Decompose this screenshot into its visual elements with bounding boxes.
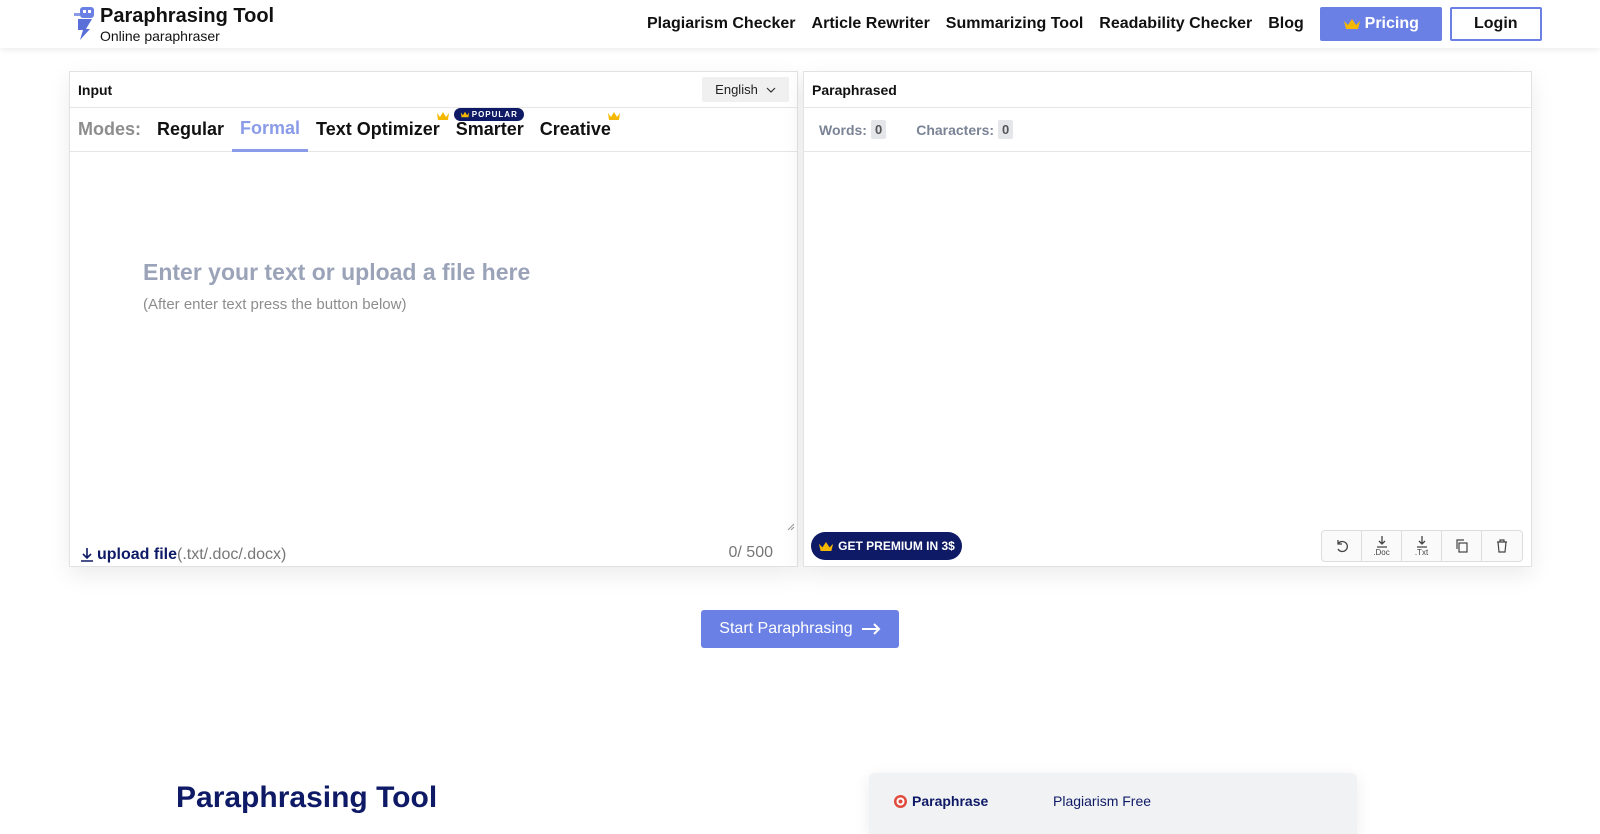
crown-icon — [460, 111, 469, 117]
undo-button[interactable] — [1322, 531, 1362, 561]
characters-value: 0 — [998, 120, 1014, 139]
nav-summarizing-tool[interactable]: Summarizing Tool — [946, 15, 1083, 33]
delete-button[interactable] — [1482, 531, 1522, 561]
arrow-right-icon — [861, 623, 881, 635]
mode-text-optimizer-label: Text Optimizer — [316, 119, 440, 139]
output-panel-header: Paraphrased — [804, 72, 1531, 108]
placeholder-main: Enter your text or upload a file here — [143, 259, 531, 285]
copy-icon — [1455, 539, 1468, 553]
mode-smarter[interactable]: Smarter POPULAR — [448, 107, 532, 152]
crown-icon — [607, 111, 620, 120]
input-panel: Input English Modes: Regular Formal Text… — [69, 71, 798, 567]
tab-paraphrase-label: Paraphrase — [912, 793, 989, 809]
mode-regular[interactable]: Regular — [149, 108, 232, 152]
txt-label: .Txt — [1414, 548, 1429, 557]
mode-creative-label: Creative — [539, 119, 611, 139]
nav-readability-checker[interactable]: Readability Checker — [1099, 15, 1252, 33]
output-panel: Paraphrased Words: 0 Characters: 0 GET P… — [803, 71, 1532, 567]
pricing-label: Pricing — [1364, 15, 1419, 32]
output-toolbar: .Doc .Txt — [1321, 530, 1523, 562]
mode-text-optimizer[interactable]: Text Optimizer — [308, 108, 449, 152]
text-input-area[interactable]: Enter your text or upload a file here (A… — [70, 153, 797, 533]
nav-plagiarism-checker[interactable]: Plagiarism Checker — [647, 15, 796, 33]
start-paraphrasing-button[interactable]: Start Paraphrasing — [701, 610, 899, 648]
crown-icon — [1343, 19, 1360, 29]
download-icon — [1376, 536, 1387, 548]
section-title: Paraphrasing Tool — [176, 781, 438, 814]
main-nav: Plagiarism Checker Article Rewriter Summ… — [647, 7, 1542, 41]
words-label: Words: — [819, 121, 867, 138]
output-panel-title: Paraphrased — [812, 81, 897, 98]
popular-badge: POPULAR — [453, 107, 524, 121]
site-header: Paraphrasing Tool Online paraphraser Pla… — [0, 0, 1600, 48]
download-icon — [81, 548, 93, 562]
input-panel-header: Input English — [70, 72, 797, 108]
chevron-down-icon — [766, 87, 776, 93]
site-subtitle: Online paraphraser — [100, 28, 220, 44]
get-premium-button[interactable]: GET PREMIUM IN 3$ — [811, 532, 962, 560]
upload-label: upload file — [97, 546, 177, 563]
characters-stat: Characters: 0 — [916, 120, 1014, 139]
resize-handle-icon[interactable] — [787, 523, 795, 531]
trash-icon — [1497, 539, 1507, 553]
login-button[interactable]: Login — [1449, 7, 1542, 41]
start-label: Start Paraphrasing — [719, 620, 853, 637]
output-stats: Words: 0 Characters: 0 — [804, 108, 1531, 152]
popular-badge-label: POPULAR — [471, 109, 518, 119]
language-value: English — [715, 82, 758, 97]
nav-article-rewriter[interactable]: Article Rewriter — [812, 15, 930, 33]
logo[interactable]: Paraphrasing Tool Online paraphraser — [72, 5, 274, 45]
download-icon — [1416, 536, 1427, 548]
modes-label: Modes: — [78, 119, 141, 139]
tab-paraphrase[interactable]: Paraphrase — [893, 793, 988, 809]
placeholder-sub: (After enter text press the button below… — [143, 296, 407, 313]
mode-creative[interactable]: Creative — [532, 108, 620, 152]
pricing-button[interactable]: Pricing — [1319, 7, 1442, 41]
feature-card: Paraphrase Plagiarism Free — [869, 773, 1357, 834]
copy-button[interactable] — [1442, 531, 1482, 561]
mode-smarter-label: Smarter — [455, 119, 524, 139]
mode-tabs: Modes: Regular Formal Text Optimizer Sma… — [70, 107, 797, 152]
target-icon — [894, 794, 907, 808]
mode-formal[interactable]: Formal — [232, 108, 309, 152]
characters-label: Characters: — [916, 121, 995, 138]
upload-extensions: (.txt/.doc/.docx) — [177, 546, 287, 563]
tab-plagiarism-free[interactable]: Plagiarism Free — [1053, 793, 1151, 809]
input-panel-title: Input — [78, 81, 113, 98]
crown-icon — [819, 541, 834, 551]
undo-icon — [1336, 540, 1348, 553]
words-stat: Words: 0 — [819, 120, 887, 139]
language-select[interactable]: English — [702, 77, 789, 102]
upload-file-link[interactable]: upload file (.txt/.doc/.docx) — [80, 546, 286, 564]
site-title: Paraphrasing Tool — [100, 5, 275, 27]
download-txt-button[interactable]: .Txt — [1402, 531, 1442, 561]
download-doc-button[interactable]: .Doc — [1362, 531, 1402, 561]
char-counter: 0/ 500 — [728, 544, 773, 561]
nav-blog[interactable]: Blog — [1268, 15, 1304, 33]
premium-label: GET PREMIUM IN 3$ — [838, 539, 955, 553]
words-value: 0 — [870, 120, 887, 139]
doc-label: .Doc — [1373, 548, 1390, 557]
robot-logo-icon — [74, 7, 94, 40]
